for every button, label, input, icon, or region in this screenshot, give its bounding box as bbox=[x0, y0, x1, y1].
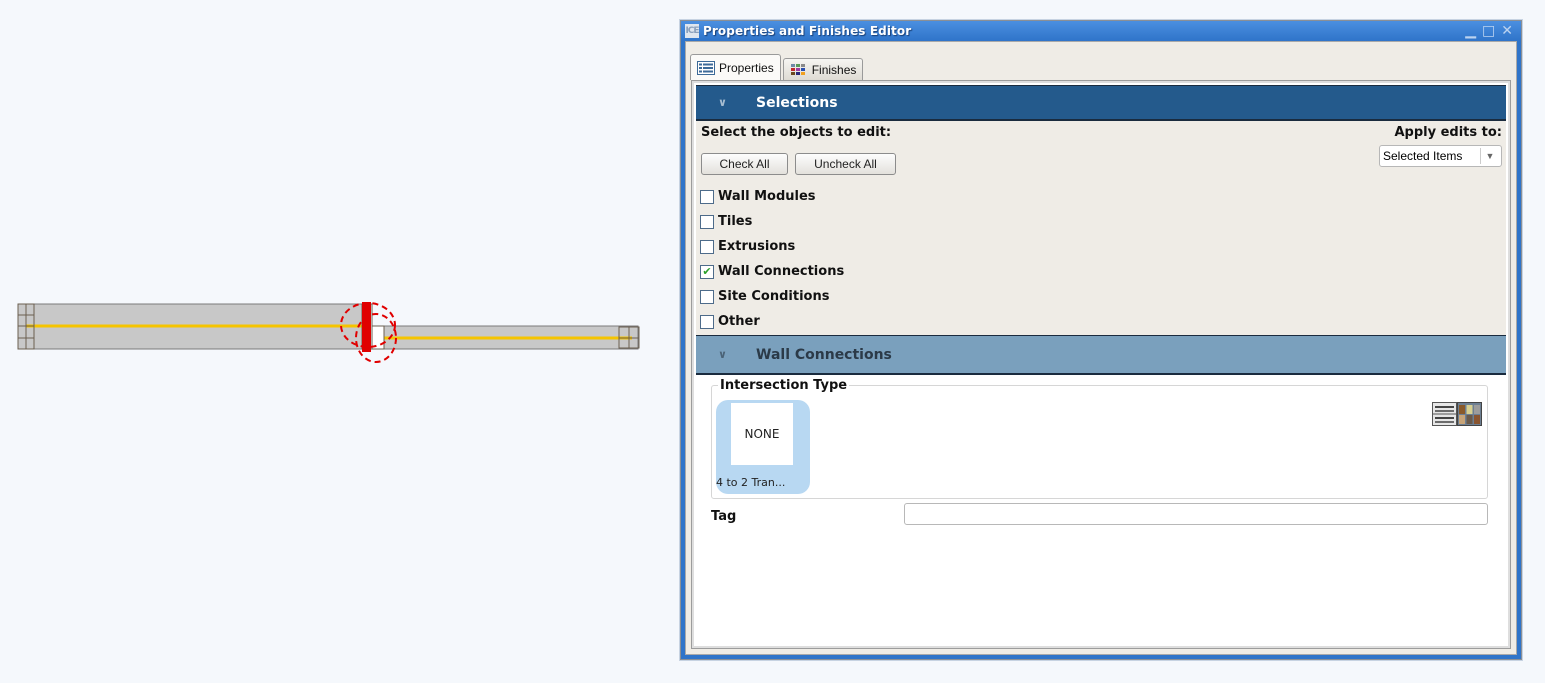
list-view-icon[interactable] bbox=[1432, 402, 1457, 426]
checkbox-site-conditions[interactable]: Site Conditions bbox=[700, 289, 829, 304]
intersection-type-group: Intersection Type NONE 4 to 2 Tran... bbox=[711, 378, 1488, 499]
checkbox[interactable] bbox=[700, 189, 714, 204]
wall-connections-header-label: Wall Connections bbox=[756, 346, 892, 363]
checkbox-wall-modules[interactable]: Wall Modules bbox=[700, 189, 816, 204]
properties-panel: ∨ Selections Select the objects to edit:… bbox=[691, 80, 1511, 649]
close-icon[interactable]: ✕ bbox=[1501, 24, 1513, 38]
window-client: Properties Finishes ∨ Selections Select … bbox=[685, 41, 1517, 655]
window-title: Properties and Finishes Editor bbox=[703, 24, 912, 38]
dropdown-arrow-icon[interactable]: ▼ bbox=[1480, 148, 1499, 164]
checkbox-extrusions[interactable]: Extrusions bbox=[700, 239, 795, 254]
checkbox-wall-connections[interactable]: ✔ Wall Connections bbox=[700, 264, 844, 279]
checkbox-label: Extrusions bbox=[718, 239, 796, 254]
wall-segment-right[interactable] bbox=[369, 325, 640, 350]
chevron-down-icon: ∨ bbox=[718, 348, 727, 361]
checkbox-label: Site Conditions bbox=[718, 289, 830, 304]
view-mode-toggle[interactable] bbox=[1432, 402, 1482, 426]
properties-finishes-editor-window: ICE Properties and Finishes Editor ▁ □ ✕… bbox=[680, 20, 1522, 660]
select-objects-prompt: Select the objects to edit: bbox=[701, 125, 892, 140]
uncheck-all-button[interactable]: Uncheck All bbox=[795, 153, 896, 175]
apply-edits-label: Apply edits to: bbox=[1394, 125, 1502, 140]
selections-header-label: Selections bbox=[756, 94, 838, 111]
minimize-icon[interactable]: ▁ bbox=[1465, 24, 1476, 38]
tab-finishes[interactable]: Finishes bbox=[782, 58, 864, 80]
apply-edits-value: Selected Items bbox=[1383, 149, 1463, 163]
checkbox-label: Wall Connections bbox=[718, 264, 845, 279]
checkbox-checked[interactable]: ✔ bbox=[700, 264, 714, 279]
tag-input[interactable] bbox=[904, 503, 1488, 525]
checkbox[interactable] bbox=[700, 214, 714, 229]
checkbox-label: Tiles bbox=[718, 214, 753, 229]
selections-body: Select the objects to edit: Apply edits … bbox=[696, 121, 1506, 335]
intersection-type-thumbnail: NONE bbox=[731, 403, 793, 465]
tag-label: Tag bbox=[711, 509, 737, 524]
tab-properties[interactable]: Properties bbox=[690, 54, 781, 80]
wall-segment-left[interactable] bbox=[17, 303, 369, 350]
window-titlebar[interactable]: ICE Properties and Finishes Editor ▁ □ ✕ bbox=[681, 21, 1521, 41]
chevron-down-icon: ∨ bbox=[718, 96, 727, 109]
intersection-type-label: Intersection Type bbox=[718, 378, 850, 393]
checkbox[interactable] bbox=[700, 314, 714, 329]
app-logo-icon: ICE bbox=[685, 24, 700, 38]
checkbox[interactable] bbox=[700, 239, 714, 254]
apply-edits-dropdown[interactable]: Selected Items ▼ bbox=[1379, 145, 1502, 167]
intersection-type-option-selected[interactable]: NONE 4 to 2 Tran... bbox=[716, 400, 810, 494]
tab-properties-label: Properties bbox=[719, 60, 774, 75]
maximize-icon[interactable]: □ bbox=[1482, 24, 1495, 38]
list-icon bbox=[697, 60, 715, 75]
intersection-type-caption: 4 to 2 Tran... bbox=[716, 476, 786, 489]
checkbox[interactable] bbox=[700, 289, 714, 304]
wall-connections-section-header[interactable]: ∨ Wall Connections bbox=[696, 335, 1506, 375]
selections-section-header[interactable]: ∨ Selections bbox=[696, 85, 1506, 121]
checkbox-other[interactable]: Other bbox=[700, 314, 760, 329]
check-all-button[interactable]: Check All bbox=[701, 153, 788, 175]
drawing-canvas[interactable] bbox=[0, 0, 670, 683]
color-grid-icon bbox=[790, 63, 805, 75]
checkbox-tiles[interactable]: Tiles bbox=[700, 214, 752, 229]
checkbox-label: Wall Modules bbox=[718, 189, 816, 204]
checkbox-label: Other bbox=[718, 314, 760, 329]
tab-bar: Properties Finishes bbox=[690, 54, 865, 80]
thumbnail-view-icon[interactable] bbox=[1457, 402, 1482, 426]
tab-finishes-label: Finishes bbox=[811, 62, 857, 77]
checkmark-icon: ✔ bbox=[702, 265, 712, 278]
